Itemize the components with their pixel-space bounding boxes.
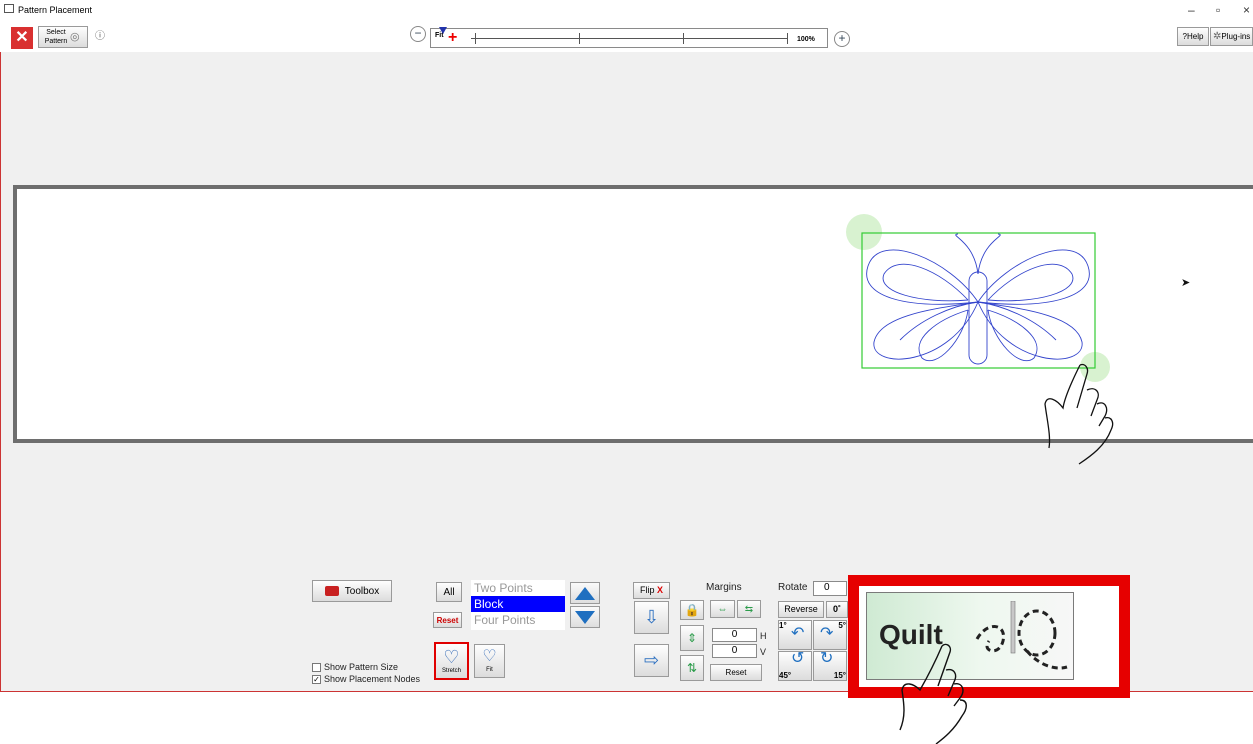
stretch-button[interactable]: ♡ Stretch: [434, 642, 469, 680]
margins-reset-button[interactable]: Reset: [710, 664, 762, 681]
quilt-stitch-icon: [975, 601, 1068, 670]
rotate-cw-icon: ↷: [820, 625, 834, 642]
margins-label: Margins: [706, 582, 742, 593]
app-icon: [4, 4, 14, 13]
placement-node-top-left[interactable]: [846, 214, 882, 250]
margin-v-unit: V: [760, 647, 767, 657]
rot-5-label: 5°: [838, 621, 846, 630]
stretch-label: Stretch: [441, 667, 461, 674]
info-icon[interactable]: ⓘ: [95, 27, 105, 42]
mode-down-button[interactable]: [570, 606, 600, 628]
margin-v-field[interactable]: 0: [712, 644, 757, 658]
rotate-ccw-45-icon: ↺: [791, 650, 805, 667]
flip-horizontal-button[interactable]: ⇨: [634, 644, 669, 677]
slider-tick: [475, 33, 476, 44]
rotate-field[interactable]: 0: [813, 581, 847, 596]
rot-1-label: 1°: [779, 621, 787, 630]
pattern-circles-icon: ◎: [70, 30, 80, 43]
margin-shrink-h-button[interactable]: ⇆: [737, 600, 761, 618]
zoom-out-icon[interactable]: −: [410, 26, 426, 42]
flip-horizontal-icon: ⇨: [643, 650, 660, 670]
rot-45-label: 45°: [779, 671, 792, 680]
margin-expand-h-button[interactable]: ⇔: [710, 600, 735, 618]
slider-thumb[interactable]: [439, 27, 447, 34]
flip-label: Flip: [639, 585, 655, 595]
close-window-icon[interactable]: ×: [1243, 3, 1250, 17]
toolbox-label: Toolbox: [344, 585, 380, 597]
slider-track: [471, 38, 787, 39]
close-button[interactable]: ✕: [11, 27, 33, 49]
mode-block[interactable]: Block: [471, 596, 565, 612]
mode-up-button[interactable]: [570, 582, 600, 604]
minimize-icon[interactable]: –: [1188, 3, 1195, 17]
plugins-button[interactable]: ✲ Plug-ins: [1210, 27, 1253, 46]
show-pattern-size-checkbox[interactable]: [312, 663, 321, 672]
select-pattern-label: Select Pattern: [44, 29, 68, 45]
arrow-up-icon: [575, 587, 595, 600]
reverse-button[interactable]: Reverse: [778, 601, 824, 618]
fit-button-label: Fit: [486, 666, 493, 673]
slider-tick: [579, 33, 580, 44]
all-button[interactable]: All: [436, 582, 462, 602]
crosshair-icon: +: [448, 29, 458, 46]
margin-expand-v-button[interactable]: ⇕: [680, 625, 704, 651]
placement-mode-list[interactable]: Two Points Block Four Points: [471, 580, 565, 630]
restore-icon[interactable]: ▫: [1216, 3, 1220, 17]
rotate-label: Rotate: [778, 582, 808, 593]
heart-fit-icon: ♡: [482, 647, 497, 665]
toolbox-button[interactable]: Toolbox: [312, 580, 392, 602]
tap-hand-icon: [1044, 363, 1114, 465]
mode-four-points[interactable]: Four Points: [471, 612, 565, 628]
rotate-1-button[interactable]: 1° ↶: [778, 620, 812, 650]
plugins-gear-icon: ✲: [1213, 31, 1222, 42]
show-placement-nodes-label: Show Placement Nodes: [324, 674, 421, 684]
rotate-5-button[interactable]: 5° ↷: [813, 620, 847, 650]
margins-lock-button[interactable]: 🔒: [680, 600, 704, 620]
zoom-100-label: 100%: [797, 36, 815, 43]
heart-outline-icon: ♡: [443, 646, 460, 667]
show-pattern-size-label: Show Pattern Size: [324, 662, 399, 672]
slider-tick: [787, 33, 788, 44]
rot-15-label: 15°: [833, 671, 846, 680]
window-title: Pattern Placement: [18, 5, 93, 15]
flip-vertical-icon: ⇩: [643, 607, 660, 627]
slider-tick: [683, 33, 684, 44]
flip-x-button[interactable]: Flip X: [633, 582, 670, 599]
arrow-down-icon: [575, 611, 595, 624]
zoom-in-icon[interactable]: +: [834, 31, 850, 47]
tap-hand-quilt-icon: [899, 643, 967, 744]
plugins-label: Plug-ins: [1221, 32, 1251, 41]
rotate-15-button[interactable]: 15° ↻: [813, 651, 847, 681]
help-button[interactable]: ?Help: [1177, 27, 1209, 46]
flip-x-label: X: [657, 585, 664, 595]
cursor-arrow-icon: ➤: [1181, 277, 1191, 289]
title-bar: Pattern Placement – ▫ ×: [0, 0, 1253, 22]
flip-vertical-button[interactable]: ⇩: [634, 601, 669, 634]
rotate-ccw-icon: ↶: [791, 625, 805, 642]
zoom-slider[interactable]: Fit + 100%: [430, 27, 828, 48]
rotate-cw-15-icon: ↻: [820, 650, 834, 667]
show-placement-nodes-checkbox[interactable]: ✓: [312, 675, 321, 684]
select-pattern-button[interactable]: Select Pattern ◎: [38, 26, 88, 48]
margin-h-unit: H: [760, 631, 767, 641]
margin-shrink-v-button[interactable]: ⇅: [680, 655, 704, 681]
toolbox-icon: [324, 586, 339, 596]
fit-button[interactable]: ♡ Fit: [474, 644, 505, 678]
rotate-45-button[interactable]: 45° ↺: [778, 651, 812, 681]
rotate-zero-button[interactable]: 0˚: [826, 601, 848, 618]
butterfly-outline: [866, 233, 1090, 365]
mode-two-points[interactable]: Two Points: [471, 580, 565, 596]
reset-button[interactable]: Reset: [433, 612, 462, 628]
margin-h-field[interactable]: 0: [712, 628, 757, 642]
